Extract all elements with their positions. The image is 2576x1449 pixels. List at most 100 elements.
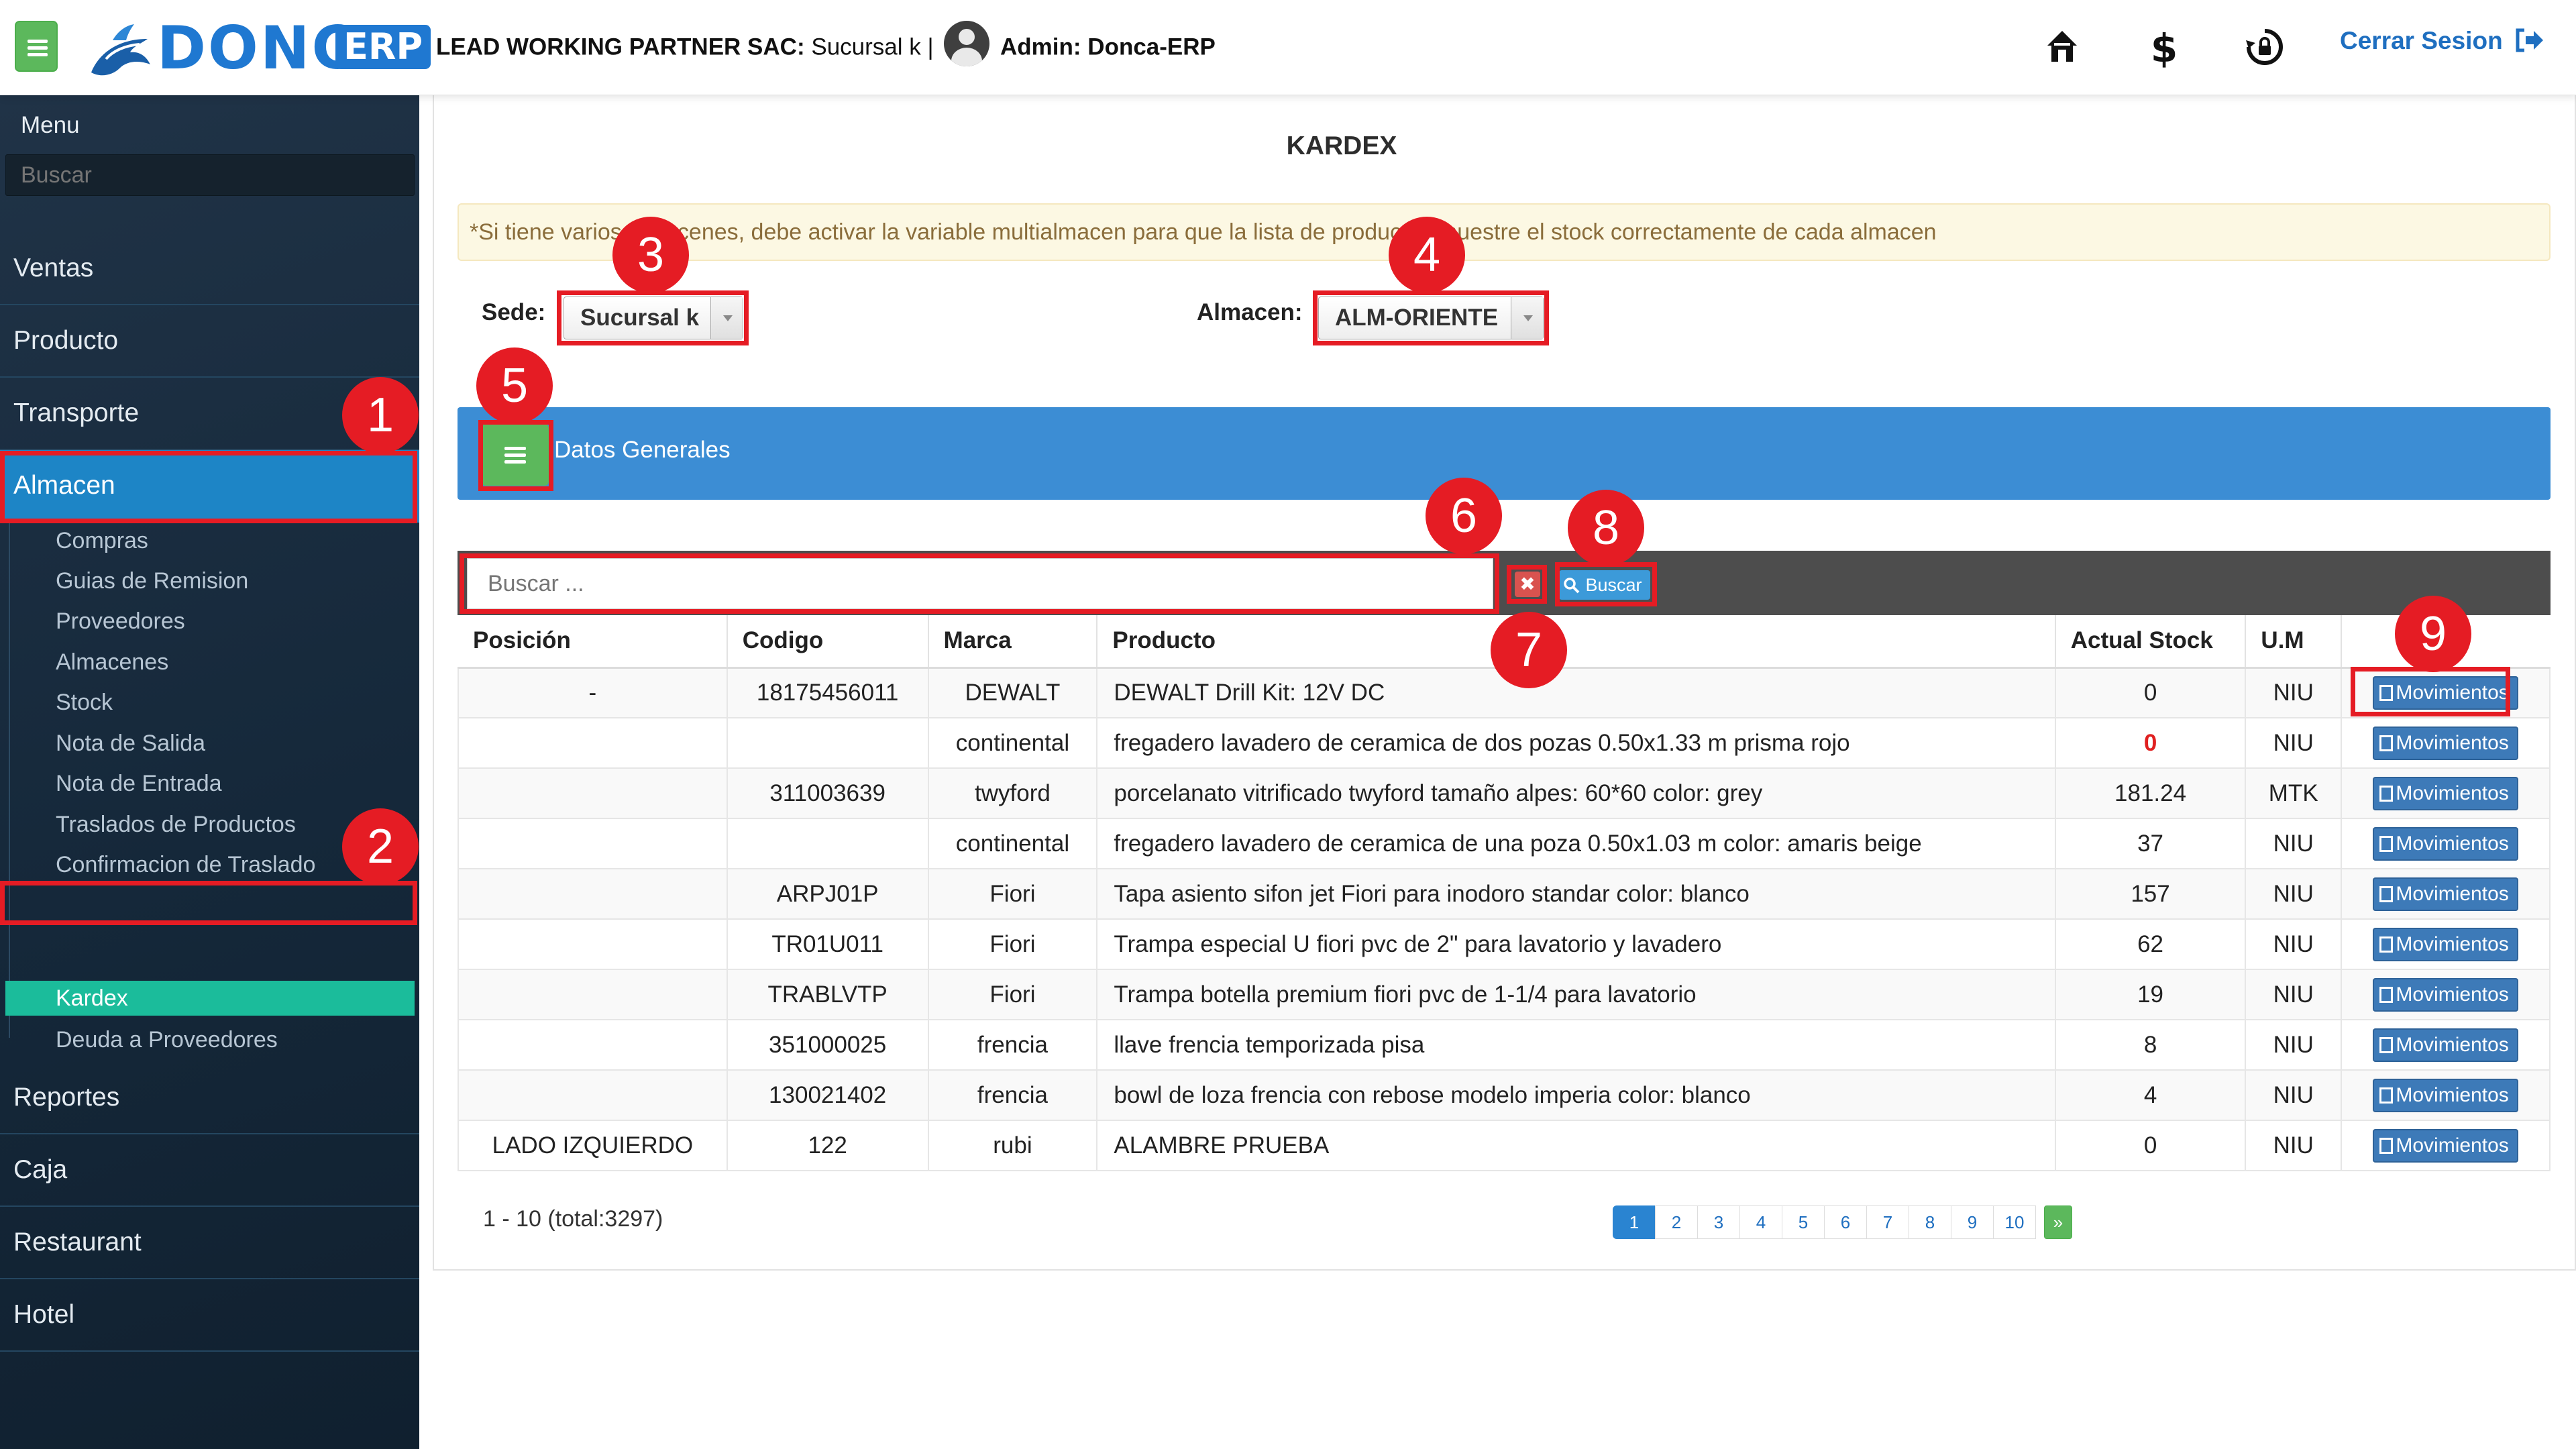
col-header-actual-stock[interactable]: Actual Stock: [2055, 615, 2247, 669]
dollar-icon[interactable]: $: [2137, 20, 2191, 74]
movimientos-button[interactable]: Movimientos: [2373, 1078, 2518, 1112]
logout-link[interactable]: Cerrar Sesion: [2340, 27, 2544, 55]
company-info: LEAD WORKING PARTNER SAC: Sucursal k | A…: [436, 21, 1216, 66]
document-icon: [2379, 936, 2394, 953]
admin-name: Admin: Donca-ERP: [1000, 34, 1216, 60]
col-header-producto[interactable]: Producto: [1097, 615, 2056, 669]
movimientos-label: Movimientos: [2396, 1134, 2509, 1157]
cell-actions: Movimientos: [2341, 818, 2551, 869]
callout-highlight-sede: [557, 290, 749, 345]
movimientos-button[interactable]: Movimientos: [2373, 877, 2518, 911]
cell-actions: Movimientos: [2341, 868, 2551, 920]
page-link-10[interactable]: 10: [1993, 1205, 2036, 1239]
movimientos-button[interactable]: Movimientos: [2373, 826, 2518, 861]
movimientos-label: Movimientos: [2396, 983, 2509, 1006]
cell-um: NIU: [2245, 1069, 2343, 1121]
cell-producto: fregadero lavadero de ceramica de una po…: [1096, 818, 2056, 869]
menu-toggle-button[interactable]: [15, 21, 58, 72]
cell-um: NIU: [2245, 1019, 2343, 1071]
page-link-4[interactable]: 4: [1739, 1205, 1782, 1239]
cell-um: NIU: [2245, 868, 2343, 920]
movimientos-label: Movimientos: [2396, 1033, 2509, 1056]
submenu-item-nota-de-entrada[interactable]: Nota de Entrada: [0, 763, 419, 804]
col-header-codigo[interactable]: Codigo: [727, 615, 929, 669]
svg-text:$: $: [2151, 25, 2178, 71]
cell-um: NIU: [2245, 818, 2343, 869]
table-row: LADO IZQUIERDO 122 rubi ALAMBRE PRUEBA 0 NIU M…: [458, 1120, 2551, 1171]
submenu-item-deuda-proveedores[interactable]: Deuda a Proveedores: [0, 1020, 419, 1060]
page-next-button[interactable]: »: [2044, 1205, 2072, 1239]
col-header-marca[interactable]: Marca: [928, 615, 1098, 669]
cell-stock: 4: [2054, 1069, 2247, 1121]
cell-marca: Fiori: [927, 868, 1098, 920]
movimientos-button[interactable]: Movimientos: [2373, 1028, 2518, 1062]
table-row: continental fregadero lavadero de ceramic…: [458, 717, 2551, 769]
col-header-posicion[interactable]: Posición: [458, 615, 728, 669]
sidebar-item-ventas[interactable]: Ventas: [0, 233, 419, 305]
sidebar-item-caja[interactable]: Caja: [0, 1134, 419, 1207]
cell-posicion: [458, 717, 728, 769]
cell-stock: 19: [2054, 969, 2247, 1020]
page-link-9[interactable]: 9: [1951, 1205, 1994, 1239]
callout-badge-2: 2: [342, 808, 419, 885]
callout-badge-7: 7: [1491, 612, 1567, 688]
table-row: ARPJ01P Fiori Tapa asiento sifon jet Fiori…: [458, 868, 2551, 920]
pagination-total: 1 - 10 (total:3297): [483, 1206, 663, 1232]
callout-badge-8: 8: [1568, 490, 1644, 566]
avatar[interactable]: [944, 21, 990, 66]
cell-marca: DEWALT: [927, 667, 1098, 718]
submenu-item-stock[interactable]: Stock: [0, 682, 419, 722]
cell-stock: 0: [2054, 717, 2247, 769]
cell-posicion: [458, 1069, 728, 1121]
cell-posicion: [458, 1019, 728, 1071]
document-icon: [2379, 1137, 2394, 1154]
page-link-2[interactable]: 2: [1655, 1205, 1698, 1239]
cell-producto: porcelanato vitrificado twyford tamaño a…: [1096, 767, 2056, 819]
cell-stock: 181.24: [2054, 767, 2247, 819]
sidebar-item-reportes[interactable]: Reportes: [0, 1062, 419, 1134]
menu-icon-line: [28, 53, 48, 56]
movimientos-button[interactable]: Movimientos: [2373, 1128, 2518, 1163]
cell-marca: rubi: [927, 1120, 1098, 1171]
table-row: continental fregadero lavadero de ceramic…: [458, 818, 2551, 869]
home-icon[interactable]: [2035, 20, 2089, 74]
cell-actions: Movimientos: [2341, 1069, 2551, 1121]
cell-stock: 8: [2054, 1019, 2247, 1071]
cell-stock: 157: [2054, 868, 2247, 920]
table-row: 351000025 frencia llave frencia temporizad…: [458, 1019, 2551, 1071]
sidebar-item-producto[interactable]: Producto: [0, 305, 419, 378]
page-link-6[interactable]: 6: [1824, 1205, 1867, 1239]
donca-erp-logo: DONCA ERP: [86, 12, 431, 83]
movimientos-button[interactable]: Movimientos: [2373, 726, 2518, 760]
submenu-item-guias-de-remision[interactable]: Guias de Remision: [0, 561, 419, 601]
document-icon: [2379, 785, 2394, 802]
page-link-3[interactable]: 3: [1697, 1205, 1740, 1239]
page-link-8[interactable]: 8: [1909, 1205, 1951, 1239]
col-header-um[interactable]: U.M: [2245, 615, 2343, 669]
lock-refresh-icon[interactable]: [2238, 20, 2292, 74]
cell-codigo: [726, 717, 929, 769]
cell-actions: Movimientos: [2341, 969, 2551, 1020]
cell-marca: Fiori: [927, 969, 1098, 1020]
dolphin-logo-icon: [91, 24, 150, 76]
cell-marca: continental: [927, 717, 1098, 769]
sidebar-item-hotel[interactable]: Hotel: [0, 1279, 419, 1352]
submenu-item-compras[interactable]: Compras: [0, 521, 419, 561]
callout-highlight-almacen-select: [1313, 290, 1549, 345]
page-link-1[interactable]: 1: [1613, 1205, 1656, 1239]
movimientos-button[interactable]: Movimientos: [2373, 977, 2518, 1012]
submenu-item-almacenes[interactable]: Almacenes: [0, 642, 419, 682]
movimientos-label: Movimientos: [2396, 731, 2509, 754]
sidebar-search-input[interactable]: [5, 154, 415, 196]
sidebar-item-restaurant[interactable]: Restaurant: [0, 1207, 419, 1279]
submenu-item-nota-de-salida[interactable]: Nota de Salida: [0, 723, 419, 763]
movimientos-label: Movimientos: [2396, 832, 2509, 855]
submenu-item-kardex[interactable]: Kardex: [5, 981, 415, 1016]
page-link-5[interactable]: 5: [1782, 1205, 1825, 1239]
movimientos-button[interactable]: Movimientos: [2373, 776, 2518, 810]
page-link-7[interactable]: 7: [1866, 1205, 1909, 1239]
movimientos-button[interactable]: Movimientos: [2373, 927, 2518, 961]
cell-um: NIU: [2245, 918, 2343, 970]
cell-marca: frencia: [927, 1069, 1098, 1121]
submenu-item-proveedores[interactable]: Proveedores: [0, 601, 419, 641]
